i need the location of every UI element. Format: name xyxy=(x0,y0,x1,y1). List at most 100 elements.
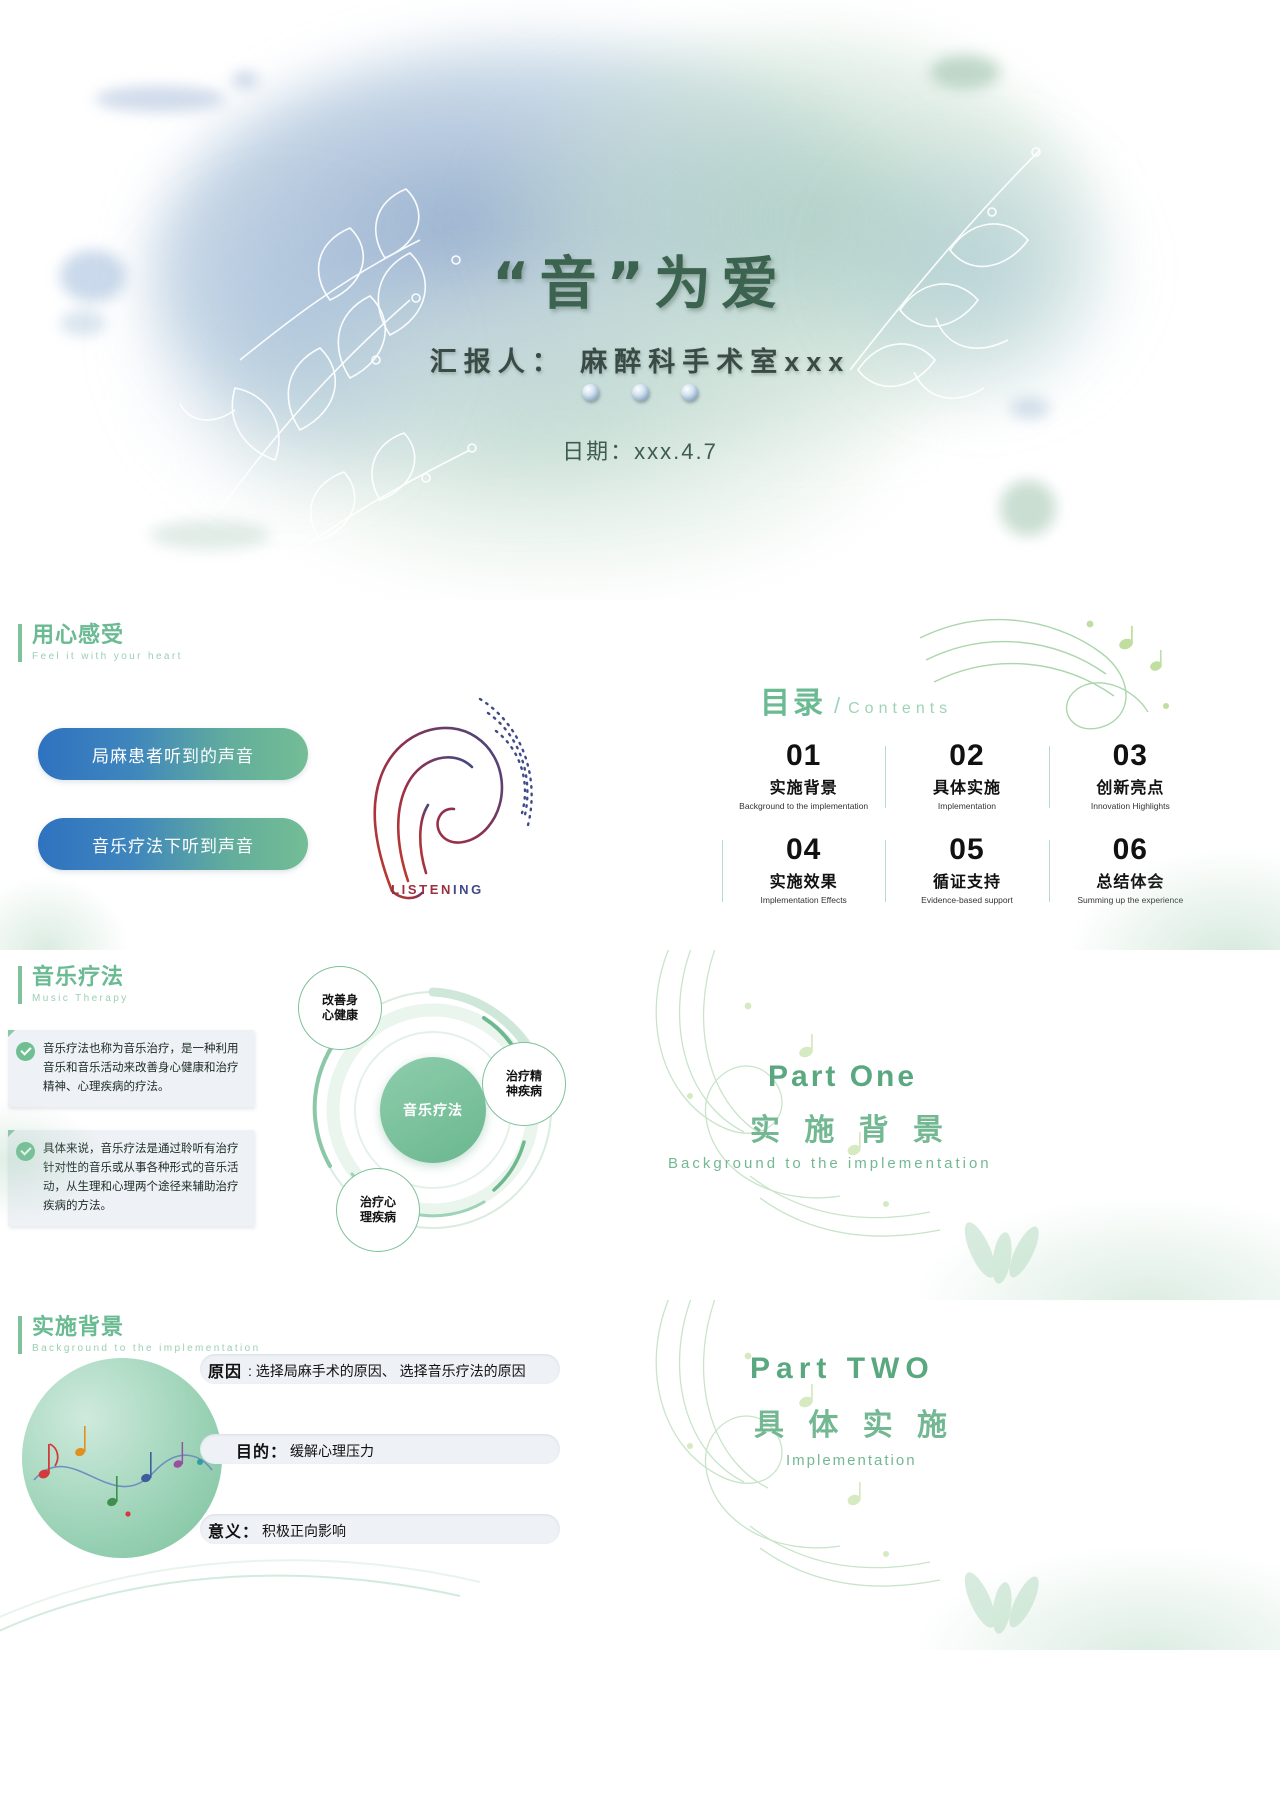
slide-deck: “音”为爱 汇报人： 麻醉科手术室xxx 日期：xxx.4.7 用心感受 Fee… xyxy=(0,0,1280,1800)
row-label-meaning: 意义： xyxy=(208,1524,260,1541)
toc-title-en: Contents xyxy=(848,700,953,717)
diagram-node-improve-health[interactable]: 改善身 心健康 xyxy=(298,966,382,1050)
part-one-description: Background to the implementation xyxy=(668,1155,992,1172)
toc-title-zh: 目录 xyxy=(760,687,826,720)
toc-item-label-en: Background to the implementation xyxy=(739,801,869,811)
toc-item-label-zh: 循证支持 xyxy=(932,874,1001,891)
grass-decor-p2 xyxy=(920,1550,1280,1650)
diagram-node-label: 治疗精 神疾病 xyxy=(505,1069,542,1098)
pill-button-local-anesthesia-sound[interactable]: 局麻患者听到的声音 xyxy=(38,728,308,780)
toc-item-number: 04 xyxy=(785,833,822,866)
leaf-line-art-bottom xyxy=(259,432,477,581)
check-icon xyxy=(16,1042,35,1061)
toc-item-number: 06 xyxy=(1112,833,1148,866)
diagram-center-label: 音乐疗法 xyxy=(403,1102,463,1118)
music-therapy-ring-diagram: 音乐疗法 改善身 心健康 治疗精 神疾病 治疗心 理疾病 xyxy=(288,960,578,1252)
toc-item-label-en: Implementation Effects xyxy=(760,895,847,905)
section-header-music-therapy: 音乐疗法 Music Therapy xyxy=(18,964,129,1004)
grass-decor-left xyxy=(0,875,130,950)
row-label-reason: 原因 xyxy=(208,1364,243,1381)
part-two-description: Implementation xyxy=(786,1452,917,1469)
pearl-divider xyxy=(0,384,1280,406)
grass-decor-p1 xyxy=(920,1200,1280,1300)
row-value-reason: : 选择局麻手术的原因、 选择音乐疗法的原因 xyxy=(248,1363,526,1379)
diagram-node-label: 治疗心 理疾病 xyxy=(359,1195,396,1224)
toc-item-05[interactable]: 05 循证支持 Evidence-based support xyxy=(885,834,1048,906)
part-two-en-title: Part TWO xyxy=(750,1352,935,1385)
slide-implementation-background: 实施背景 Background to the implementation 原因… xyxy=(0,1300,640,1650)
toc-item-label-en: Innovation Highlights xyxy=(1090,801,1170,811)
toc-item-label-zh: 创新亮点 xyxy=(1096,780,1165,797)
slide-part-one: Part One 实 施 背 景 Background to the imple… xyxy=(640,950,1280,1300)
pearl-dot xyxy=(582,384,600,401)
toc-item-04[interactable]: 04 实施效果 Implementation Effects xyxy=(722,834,885,906)
toc-title: 目录 / Contents xyxy=(760,678,952,722)
part-one-zh-title: 实 施 背 景 xyxy=(750,1114,952,1147)
part-one-en-title: Part One xyxy=(768,1060,918,1093)
toc-item-01[interactable]: 01 实施背景 Background to the implementation xyxy=(722,740,885,812)
section-header-background: 实施背景 Background to the implementation xyxy=(18,1314,261,1354)
pill-button-music-therapy-sound[interactable]: 音乐疗法下听到声音 xyxy=(38,818,308,870)
part-two-zh-title: 具 体 实 施 xyxy=(754,1409,956,1442)
row-value-meaning: 积极正向影响 xyxy=(262,1523,346,1539)
info-card-text: 具体来说，音乐疗法是通过聆听有治疗针对性的音乐或从事各种形式的音乐活动，从生理和… xyxy=(43,1143,239,1212)
section-title-en: Feel it with your heart xyxy=(32,651,183,662)
toc-item-label-zh: 实施背景 xyxy=(769,780,838,797)
cover-title: “音”为爱 xyxy=(492,251,788,317)
accent-bar xyxy=(18,966,22,1004)
listening-text-b: ING xyxy=(452,882,484,897)
cover-date: 日期：xxx.4.7 xyxy=(562,439,718,464)
toc-item-number: 03 xyxy=(1112,739,1148,772)
leaf-sprig-p1 xyxy=(964,1222,1039,1284)
toc-item-06[interactable]: 06 总结体会 Summing up the experience xyxy=(1048,833,1212,906)
listening-text-a: LISTEN xyxy=(391,882,453,897)
leaf-sprig-p2 xyxy=(964,1572,1039,1634)
toc-item-label-zh: 具体实施 xyxy=(932,780,1001,797)
slide-table-of-contents: 目录 / Contents 01 实施背景 Background to the … xyxy=(640,600,1280,950)
music-wave-notes xyxy=(33,1426,213,1517)
section-title-zh: 音乐疗法 xyxy=(32,964,125,989)
info-card-definition: 音乐疗法也称为音乐治疗，是一种利用音乐和音乐活动来改善身心健康和治疗精神、心理疾… xyxy=(8,1030,254,1107)
section-title-en: Background to the implementation xyxy=(32,1343,261,1354)
pearl-dot xyxy=(680,384,698,401)
speck-2 xyxy=(232,72,258,88)
toc-item-number: 05 xyxy=(949,833,985,866)
toc-item-label-en: Evidence-based support xyxy=(921,895,1013,905)
toc-item-label-en: Summing up the experience xyxy=(1077,895,1184,905)
toc-item-number: 02 xyxy=(949,739,985,772)
toc-item-02[interactable]: 02 具体实施 Implementation xyxy=(885,740,1048,812)
info-card-detail: 具体来说，音乐疗法是通过聆听有治疗针对性的音乐或从事各种形式的音乐活动，从生理和… xyxy=(8,1130,254,1226)
ear-illustration xyxy=(330,695,545,910)
toc-item-label-en: Implementation xyxy=(937,801,997,811)
pearl-dot xyxy=(631,384,649,401)
toc-item-number: 01 xyxy=(785,739,822,772)
speck-1 xyxy=(95,86,225,112)
info-card-text: 音乐疗法也称为音乐治疗，是一种利用音乐和音乐活动来改善身心健康和治疗精神、心理疾… xyxy=(43,1043,239,1093)
slide-cover: “音”为爱 汇报人： 麻醉科手术室xxx 日期：xxx.4.7 xyxy=(0,0,1280,600)
speck-6 xyxy=(1000,480,1056,536)
toc-item-label-zh: 实施效果 xyxy=(769,874,838,891)
toc-item-03[interactable]: 03 创新亮点 Innovation Highlights xyxy=(1048,739,1212,812)
section-title-en: Music Therapy xyxy=(32,993,129,1004)
diagram-node-label: 改善身 心健康 xyxy=(321,993,358,1022)
diagram-node-treat-mental[interactable]: 治疗精 神疾病 xyxy=(482,1042,566,1126)
slide-feel-it-with-your-heart: 用心感受 Feel it with your heart 局麻患者听到的声音 音… xyxy=(0,600,640,950)
accent-bar xyxy=(18,1316,22,1354)
diagram-node-treat-psych[interactable]: 治疗心 理疾病 xyxy=(336,1168,420,1252)
toc-title-slash: / xyxy=(834,693,841,718)
check-icon xyxy=(16,1142,35,1161)
slide-part-two: Part TWO 具 体 实 施 Implementation xyxy=(640,1300,1280,1650)
diagram-center-node: 音乐疗法 xyxy=(380,1057,486,1163)
speck-5 xyxy=(930,55,1000,89)
section-header-feel: 用心感受 Feel it with your heart xyxy=(18,622,183,662)
toc-item-label-zh: 总结体会 xyxy=(1096,874,1165,891)
section-title-zh: 用心感受 xyxy=(32,622,125,647)
slide-music-therapy: 音乐疗法 Music Therapy 音乐疗法也称为音乐治疗，是一种利用音乐和音… xyxy=(0,950,640,1300)
cover-presenter: 汇报人： 麻醉科手术室xxx xyxy=(429,347,851,377)
row-value-purpose: 缓解心理压力 xyxy=(290,1443,374,1459)
listening-caption: LISTENING xyxy=(330,882,545,897)
section-title-zh: 实施背景 xyxy=(32,1314,125,1339)
toc-grid: 01 实施背景 Background to the implementation… xyxy=(722,740,1212,906)
accent-bar xyxy=(18,624,22,662)
row-label-purpose: 目的： xyxy=(236,1444,288,1461)
